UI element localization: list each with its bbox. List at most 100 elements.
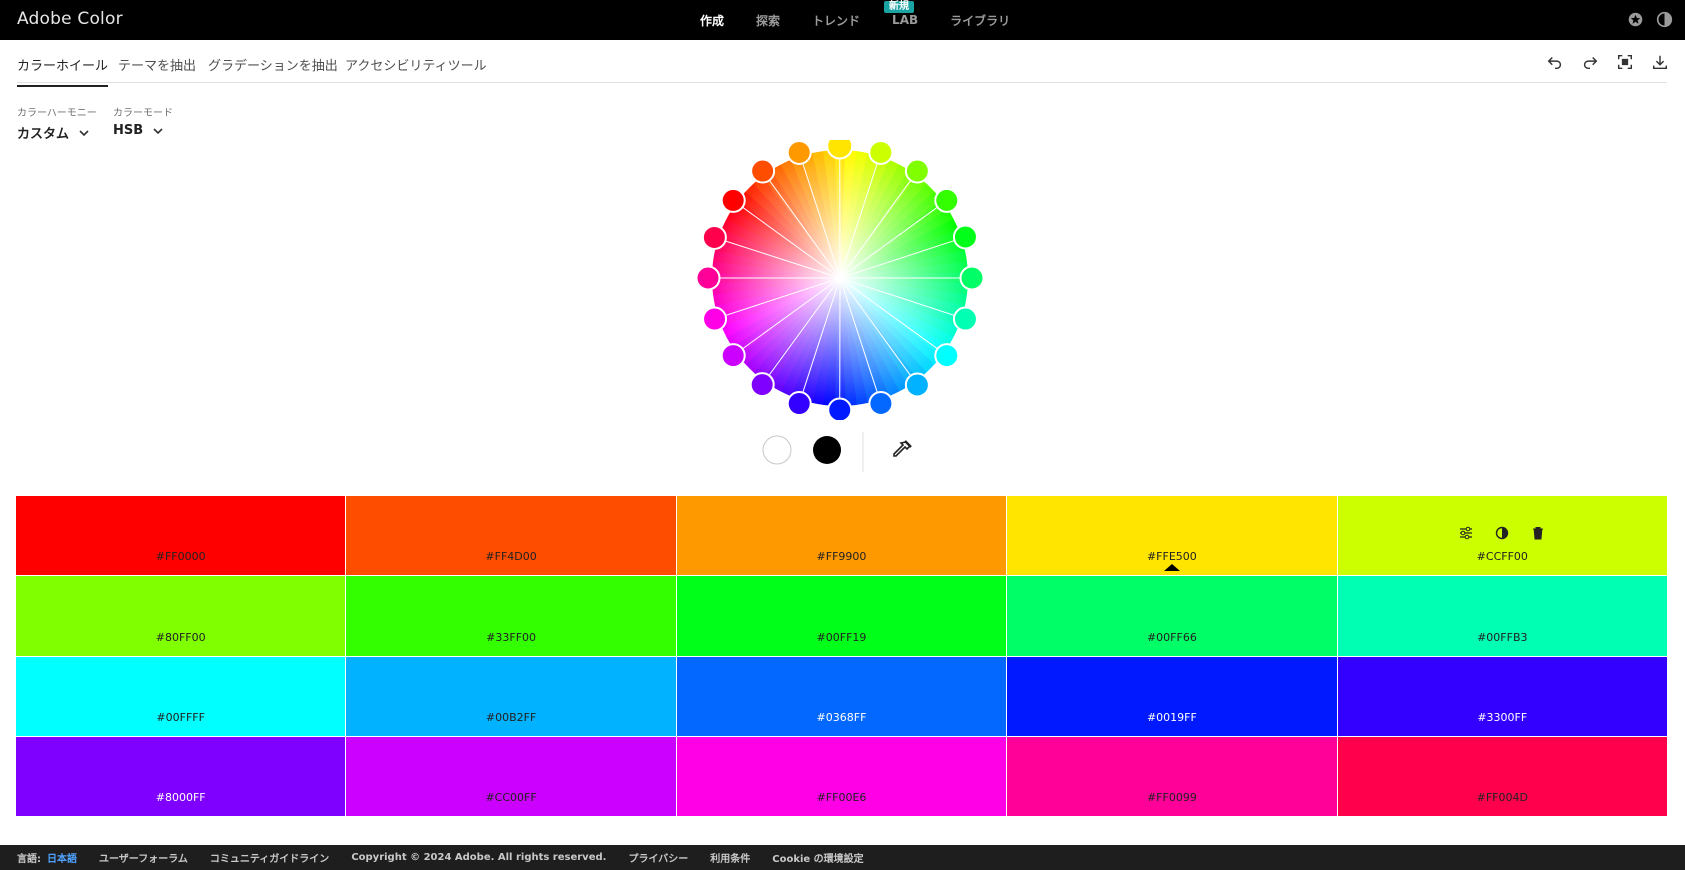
color-swatch[interactable]: #80FF00 <box>16 576 346 656</box>
swatch-hex-label[interactable]: #3300FF <box>1477 711 1527 724</box>
footer-link-guidelines[interactable]: コミュニティガイドライン <box>210 850 329 865</box>
swatch-hex-label[interactable]: #FF00E6 <box>817 791 867 804</box>
color-swatch[interactable]: #00FF19 <box>676 576 1007 656</box>
wheel-color-handle[interactable] <box>695 265 721 291</box>
nav-item-explore[interactable]: 探索 <box>756 12 780 29</box>
set-base-color-icon[interactable] <box>1495 526 1509 540</box>
swatch-hex-label[interactable]: #00FFFF <box>156 711 205 724</box>
swatch-hex-label[interactable]: #FF004D <box>1477 791 1528 804</box>
swatch-grid: #FF0000 #FF4D00 #FF9900 #FFE500 #CCFF00 #80FF… <box>16 496 1667 816</box>
redo-icon[interactable] <box>1581 53 1599 71</box>
language-value: 日本語 <box>47 854 77 865</box>
app-title[interactable]: Adobe Color <box>17 9 123 29</box>
swatch-tools <box>1459 526 1545 540</box>
tab-extract-gradient[interactable]: グラデーションを抽出 <box>208 55 338 74</box>
wheel-color-handle[interactable] <box>701 224 727 250</box>
wheel-color-handle[interactable] <box>720 187 746 213</box>
download-icon[interactable] <box>1651 53 1669 71</box>
color-swatch[interactable]: #3300FF <box>1337 656 1667 736</box>
fullscreen-icon[interactable] <box>1616 53 1634 71</box>
wheel-color-handle[interactable] <box>720 343 746 369</box>
color-swatch[interactable]: #FF4D00 <box>346 496 676 576</box>
black-swatch-button[interactable] <box>813 436 841 464</box>
nav-item-create[interactable]: 作成 <box>700 12 724 29</box>
color-wheel-canvas[interactable] <box>690 132 990 423</box>
footer-link-forum[interactable]: ユーザーフォーラム <box>99 850 188 865</box>
color-swatch[interactable]: #00FF66 <box>1007 576 1337 656</box>
top-bar: Adobe Color 作成 探索 トレンド 新規 LAB ライブラリ <box>0 0 1685 40</box>
wheel-color-handle[interactable] <box>749 372 775 398</box>
mode-dropdown[interactable]: HSB <box>113 123 173 138</box>
color-swatch[interactable]: #00FFB3 <box>1337 576 1667 656</box>
swatch-hex-label[interactable]: #0368FF <box>817 711 867 724</box>
wheel-color-handle[interactable] <box>904 372 930 398</box>
wheel-color-handle[interactable] <box>934 343 960 369</box>
footer-link-cookie[interactable]: Cookie の環境設定 <box>772 850 863 865</box>
swatch-hex-label[interactable]: #FF9900 <box>817 550 867 563</box>
color-swatch[interactable]: #FF004D <box>1337 736 1667 816</box>
wheel-color-handle[interactable] <box>826 132 854 160</box>
wheel-color-handle[interactable] <box>702 306 728 332</box>
color-swatch[interactable]: #FF9900 <box>676 496 1007 576</box>
wheel-color-handle[interactable] <box>934 187 960 213</box>
color-swatch[interactable]: #CC00FF <box>346 736 676 816</box>
eyedropper-icon[interactable] <box>893 440 912 457</box>
swatch-hex-label[interactable]: #FF0099 <box>1147 791 1197 804</box>
swatch-hex-label[interactable]: #8000FF <box>156 791 206 804</box>
mode-control[interactable]: カラーモード HSB <box>113 104 173 138</box>
wheel-color-handle[interactable] <box>786 391 812 417</box>
undo-icon[interactable] <box>1546 53 1564 71</box>
color-swatch[interactable]: #33FF00 <box>346 576 676 656</box>
color-swatch[interactable]: #00B2FF <box>346 656 676 736</box>
wheel-color-handle[interactable] <box>868 391 894 417</box>
footer-link-privacy[interactable]: プライバシー <box>628 850 688 865</box>
star-icon[interactable] <box>1627 11 1644 28</box>
nav-item-library[interactable]: ライブラリ <box>950 12 1010 29</box>
tab-extract-theme[interactable]: テーマを抽出 <box>118 55 196 74</box>
chevron-down-icon <box>79 129 89 136</box>
swatch-hex-label[interactable]: #FF4D00 <box>485 550 536 563</box>
wheel-color-handle[interactable] <box>750 158 776 184</box>
wheel-color-handle[interactable] <box>904 158 930 184</box>
color-swatch[interactable]: #0368FF <box>676 656 1007 736</box>
trash-icon[interactable] <box>1531 526 1545 540</box>
swatch-hex-label[interactable]: #FFE500 <box>1147 550 1197 563</box>
wheel-color-handle[interactable] <box>786 139 812 165</box>
language-selector[interactable]: 言語: 日本語 <box>17 850 77 865</box>
contrast-icon[interactable] <box>1656 11 1673 28</box>
swatch-hex-label[interactable]: #0019FF <box>1147 711 1197 724</box>
color-swatch[interactable]: #FF00E6 <box>676 736 1007 816</box>
footer-link-terms[interactable]: 利用条件 <box>710 850 750 865</box>
white-swatch-button[interactable] <box>762 435 792 465</box>
nav-item-lab[interactable]: 新規 LAB <box>884 1 918 27</box>
wheel-color-handle[interactable] <box>952 224 978 250</box>
color-wheel[interactable] <box>690 132 990 423</box>
swatch-hex-label[interactable]: #CCFF00 <box>1477 550 1528 563</box>
swatch-hex-label[interactable]: #00FF66 <box>1147 631 1197 644</box>
swatch-hex-label[interactable]: #00FFB3 <box>1477 631 1527 644</box>
swatch-hex-label[interactable]: #00B2FF <box>486 711 536 724</box>
adjust-sliders-icon[interactable] <box>1459 526 1473 540</box>
footer-copyright: Copyright © 2024 Adobe. All rights reser… <box>351 852 607 863</box>
swatch-hex-label[interactable]: #CC00FF <box>485 791 536 804</box>
color-swatch[interactable]: #0019FF <box>1007 656 1337 736</box>
harmony-dropdown[interactable]: カスタム <box>17 123 97 142</box>
swatch-hex-label[interactable]: #00FF19 <box>817 631 867 644</box>
swatch-hex-label[interactable]: #33FF00 <box>486 631 536 644</box>
wheel-color-handle[interactable] <box>868 139 894 165</box>
tab-accessibility-tools[interactable]: アクセシビリティツール <box>345 55 487 74</box>
wheel-color-handle[interactable] <box>959 265 985 291</box>
color-swatch[interactable]: #FFE500 <box>1007 496 1337 576</box>
color-swatch[interactable]: #8000FF <box>16 736 346 816</box>
swatch-hex-label[interactable]: #FF0000 <box>156 550 206 563</box>
color-swatch[interactable]: #FF0000 <box>16 496 346 576</box>
wheel-color-handle[interactable] <box>952 306 978 332</box>
color-swatch[interactable]: #FF0099 <box>1007 736 1337 816</box>
wheel-color-handle[interactable] <box>827 397 853 423</box>
tab-color-wheel[interactable]: カラーホイール <box>17 55 109 87</box>
color-swatch[interactable]: #00FFFF <box>16 656 346 736</box>
harmony-control[interactable]: カラーハーモニー カスタム <box>17 104 97 142</box>
swatch-hex-label[interactable]: #80FF00 <box>156 631 206 644</box>
nav-item-trends[interactable]: トレンド <box>812 12 860 29</box>
color-swatch[interactable]: #CCFF00 <box>1337 496 1667 576</box>
